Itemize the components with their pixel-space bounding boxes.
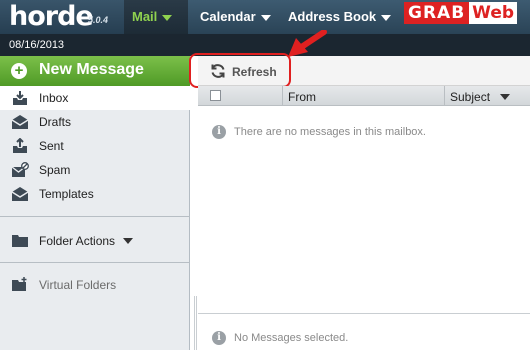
nav-address-book-label: Address Book	[288, 9, 377, 24]
info-icon: i	[212, 125, 226, 139]
nav-address-book[interactable]: Address Book	[280, 0, 399, 34]
no-message-selected-text: No Messages selected.	[234, 332, 349, 344]
chevron-down-icon	[260, 14, 271, 21]
red-arrow-icon	[288, 30, 327, 57]
folder-actions-label: Folder Actions	[39, 234, 116, 248]
spam-icon	[11, 162, 29, 177]
sidebar-divider	[0, 216, 190, 217]
horde-logo[interactable]: horde 5.0.4	[0, 0, 124, 34]
sidebar-item-inbox[interactable]: Inbox	[0, 86, 190, 110]
nav-mail[interactable]: Mail	[124, 0, 188, 34]
virtual-folders-label: Virtual Folders	[39, 278, 117, 292]
sidebar-item-label: Sent	[39, 139, 64, 153]
column-subject[interactable]: Subject	[450, 90, 490, 104]
sort-chevron-icon[interactable]	[500, 94, 510, 100]
nav-calendar[interactable]: Calendar	[192, 0, 279, 34]
select-all-checkbox[interactable]	[210, 90, 221, 101]
folder-icon	[12, 235, 28, 247]
plus-icon: +	[11, 63, 27, 79]
new-message-button[interactable]: + New Message	[0, 56, 190, 86]
grabweb-watermark: GRAB Web	[404, 2, 530, 24]
info-icon: i	[212, 331, 226, 345]
sidebar-item-label: Spam	[39, 163, 71, 177]
nav-mail-label: Mail	[132, 9, 158, 24]
sidebar-item-label: Drafts	[39, 115, 72, 129]
sidebar-item-drafts[interactable]: Drafts	[0, 110, 190, 134]
sidebar: + New Message Inbox Drafts Sent Spam Tem…	[0, 56, 190, 350]
chevron-down-icon	[123, 238, 133, 244]
chevron-down-icon	[162, 14, 173, 21]
version-label: 5.0.4	[88, 15, 109, 25]
sidebar-divider	[0, 262, 190, 263]
pane-resize-handle[interactable]	[194, 296, 197, 350]
empty-mailbox-message: There are no messages in this mailbox.	[234, 126, 426, 138]
logo-text: horde	[9, 1, 94, 32]
virtual-folder-icon	[12, 277, 27, 291]
chevron-down-icon	[381, 14, 392, 21]
folder-actions-menu[interactable]: Folder Actions	[0, 228, 190, 252]
new-message-label: New Message	[39, 61, 144, 78]
sidebar-item-templates[interactable]: Templates	[0, 182, 190, 206]
nav-calendar-label: Calendar	[200, 9, 256, 24]
sidebar-item-spam[interactable]: Spam	[0, 158, 190, 182]
sidebar-item-label: Templates	[39, 187, 94, 201]
templates-icon	[11, 187, 29, 201]
top-bar: horde 5.0.4 Mail Calendar Address Book G…	[0, 0, 530, 34]
column-from[interactable]: From	[288, 90, 316, 104]
drafts-icon	[11, 115, 29, 129]
sent-icon	[13, 138, 27, 153]
virtual-folders-item[interactable]: Virtual Folders	[0, 272, 190, 296]
sidebar-item-sent[interactable]: Sent	[0, 134, 190, 158]
inbox-icon	[13, 91, 27, 105]
sidebar-item-label: Inbox	[39, 91, 69, 105]
preview-divider[interactable]	[198, 313, 530, 314]
message-list-header: From Subject	[198, 86, 530, 106]
current-date: 08/16/2013	[9, 39, 65, 51]
refresh-highlight-annotation	[189, 53, 291, 88]
